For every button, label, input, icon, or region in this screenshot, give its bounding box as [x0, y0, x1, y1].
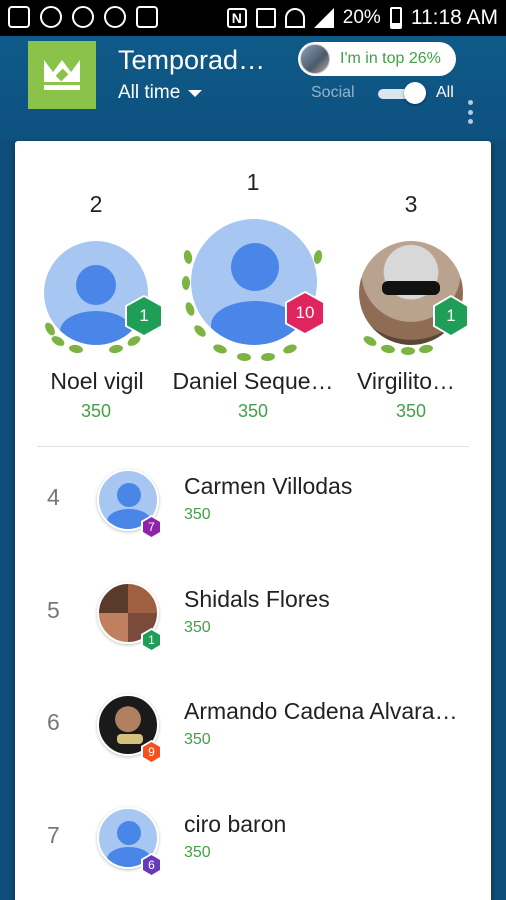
toggle-thumb[interactable]	[404, 82, 426, 104]
leaderboard-title: Temporad…	[118, 45, 266, 75]
podium: 2 1 Noel vigil 350 1 10 Daniel Seque… 35…	[15, 141, 491, 441]
overflow-menu-icon[interactable]	[468, 100, 474, 124]
time-filter-dropdown[interactable]: All time	[118, 82, 203, 104]
whatsapp-icon	[72, 6, 94, 28]
podium-item-3[interactable]: 3 1 Virgilito… 350	[351, 141, 471, 441]
clock: 11:18 AM	[410, 6, 498, 29]
wifi-icon	[284, 8, 305, 28]
level-badge-number: 7	[143, 517, 160, 537]
leaderboard-row[interactable]: 5 1 Shidals Flores 350	[15, 564, 491, 676]
row-rank: 7	[47, 822, 60, 848]
usb-icon	[40, 6, 62, 28]
podium-name: Daniel Seque…	[172, 368, 334, 394]
row-score: 350	[184, 619, 211, 636]
row-name: Shidals Flores	[184, 586, 330, 612]
row-rank: 6	[47, 709, 60, 735]
podium-rank: 1	[246, 169, 260, 195]
leaderboard-row[interactable]: 4 7 Carmen Villodas 350	[15, 451, 491, 563]
podium-score: 350	[237, 401, 269, 421]
system-icons: N 20% 11:18 AM	[226, 6, 498, 30]
podium-name: Noel vigil	[50, 368, 144, 394]
level-badge-number: 10	[287, 293, 323, 333]
row-score: 350	[184, 506, 211, 523]
nfc-icon: N	[226, 8, 247, 28]
row-rank: 4	[47, 484, 60, 510]
shield-icon	[104, 6, 126, 28]
leaderboard-row[interactable]: 6 9 Armando Cadena Alvara… 350	[15, 676, 491, 788]
level-badge-number: 1	[143, 630, 160, 650]
level-badge-number: 6	[143, 855, 160, 875]
app-logo[interactable]	[28, 41, 96, 109]
row-rank: 5	[47, 597, 60, 623]
avatar: 1	[41, 225, 163, 355]
avatar: 10	[179, 213, 329, 362]
level-badge-number: 1	[127, 297, 161, 335]
podium-item-2[interactable]: 2 1 Noel vigil 350	[33, 141, 163, 441]
row-score: 350	[184, 844, 211, 861]
dropdown-caret-icon	[188, 89, 203, 97]
add-box-icon	[8, 6, 30, 28]
status-bar: N 20% 11:18 AM	[0, 0, 506, 36]
podium-score: 350	[395, 401, 427, 421]
leaderboard-card: 2 1 Noel vigil 350 1 10 Daniel Seque… 35…	[15, 141, 491, 900]
divider	[37, 446, 469, 447]
signal-icon	[313, 8, 334, 28]
social-all-toggle[interactable]	[378, 82, 426, 104]
row-name: ciro baron	[184, 811, 287, 837]
my-rank-text: I'm in top 26%	[340, 50, 441, 67]
leaderboard-row[interactable]: 7 6 ciro baron 350	[15, 789, 491, 900]
row-name: Carmen Villodas	[184, 473, 353, 499]
level-badge-number: 9	[143, 742, 160, 762]
podium-item-1[interactable]: 1 10 Daniel Seque… 350	[165, 141, 341, 441]
mute-icon	[255, 8, 276, 28]
podium-name: Virgilito…	[357, 368, 455, 394]
toggle-label-social[interactable]: Social	[311, 84, 355, 102]
leaderboard-header: Temporad… All time I'm in top 26% Social…	[0, 36, 506, 140]
podium-rank: 2	[89, 191, 103, 217]
podium-rank: 3	[404, 191, 418, 217]
toggle-label-all[interactable]: All	[436, 84, 454, 102]
crown-icon	[44, 60, 80, 90]
level-badge-number: 1	[435, 297, 467, 335]
battery-percent: 20%	[342, 7, 381, 28]
row-name: Armando Cadena Alvara…	[184, 698, 458, 724]
notification-icons	[8, 6, 158, 28]
my-avatar	[300, 44, 330, 74]
battery-icon	[389, 7, 402, 29]
my-rank-pill[interactable]: I'm in top 26%	[298, 42, 456, 76]
avatar: 1	[355, 225, 469, 355]
row-score: 350	[184, 731, 211, 748]
image-icon	[136, 6, 158, 28]
time-filter-label: All time	[118, 82, 181, 103]
podium-score: 350	[80, 401, 112, 421]
